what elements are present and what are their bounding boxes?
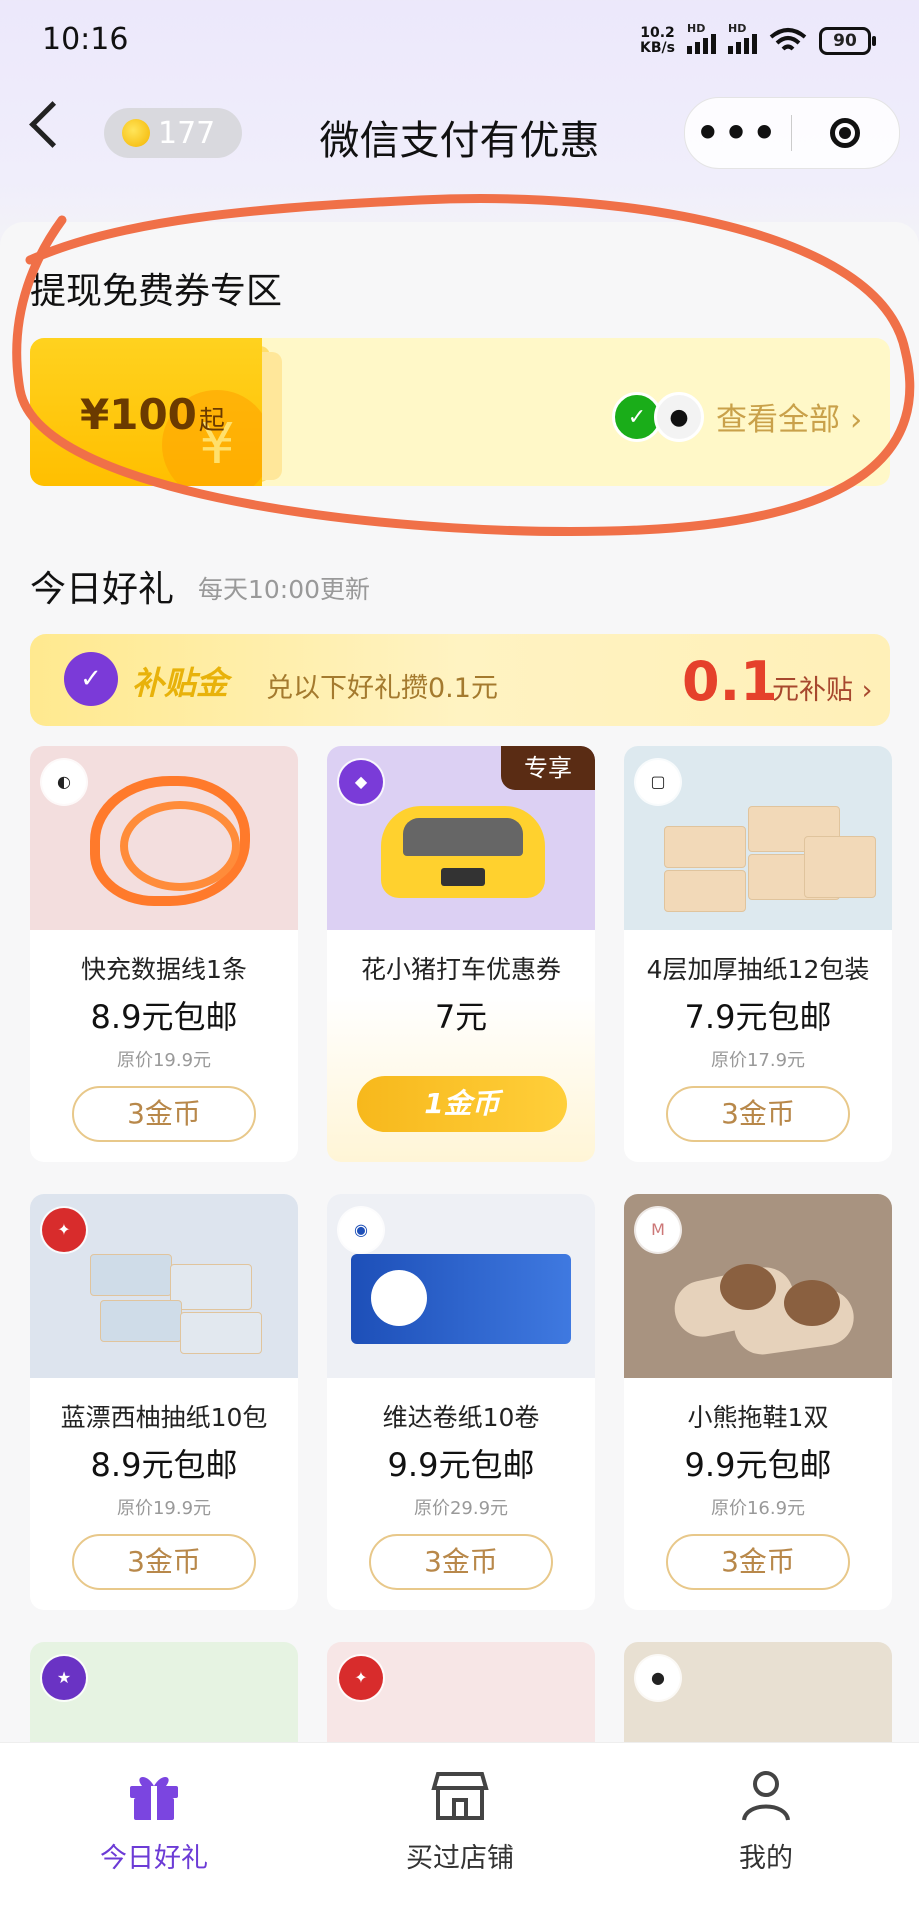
target-icon: [830, 118, 860, 148]
status-icons: 10.2 KB/s HD HD 90: [640, 22, 876, 56]
subsidy-amount: 0.1: [682, 650, 778, 713]
battery-icon: 90: [819, 27, 876, 55]
tab-label: 买过店铺: [406, 1843, 514, 1874]
tab-label: 我的: [739, 1843, 793, 1874]
product-original-price: 原价16.9元: [710, 1498, 806, 1519]
subsidy-description: 兑以下好礼攒0.1元: [266, 673, 498, 704]
gifts-update-time: 每天10:00更新: [198, 575, 371, 604]
wifi-icon: [769, 28, 807, 51]
redeem-button[interactable]: 3金币: [72, 1086, 256, 1142]
product-name: 4层加厚抽纸12包装: [646, 955, 870, 984]
status-time: 10:16: [42, 22, 129, 57]
subsidy-icon: ✓: [64, 652, 118, 706]
hd-label: HD: [728, 22, 747, 35]
product-card[interactable]: ◉ 维达卷纸10卷 9.9元包邮 原价29.9元 3金币: [327, 1194, 595, 1610]
redeem-button[interactable]: 1金币: [357, 1076, 567, 1132]
net-speed-value: 10.2: [640, 25, 675, 41]
tab-label: 今日好礼: [100, 1843, 208, 1874]
product-price: 7.9元包邮: [684, 998, 832, 1036]
user-icon: [742, 1771, 790, 1821]
subsidy-unit[interactable]: 元补贴 ›: [772, 668, 872, 707]
net-speed-unit: KB/s: [640, 40, 675, 56]
product-price: 9.9元包邮: [387, 1446, 535, 1484]
product-name: 蓝漂西柚抽纸10包: [60, 1403, 268, 1432]
product-price: 8.9元包邮: [90, 1446, 238, 1484]
product-name: 快充数据线1条: [81, 955, 247, 984]
tab-today-gifts[interactable]: 今日好礼: [54, 1768, 254, 1875]
tab-me[interactable]: 我的: [666, 1768, 866, 1875]
brand-logo-icon: ◆: [339, 760, 383, 804]
tab-purchased-stores[interactable]: 买过店铺: [360, 1768, 560, 1875]
product-card[interactable]: M 小熊拖鞋1双 9.9元包邮 原价16.9元 3金币: [624, 1194, 892, 1610]
annotation-ellipse: [12, 194, 915, 536]
product-name: 维达卷纸10卷: [382, 1403, 540, 1432]
gift-icon: [130, 1776, 178, 1820]
signal-icon: HD: [728, 22, 757, 54]
network-speed: 10.2 KB/s: [640, 26, 675, 56]
product-card[interactable]: ▢ 4层加厚抽纸12包装 7.9元包邮 原价17.9元 3金币: [624, 746, 892, 1162]
brand-logo-icon: ●: [636, 1656, 680, 1700]
redeem-button[interactable]: 3金币: [369, 1534, 553, 1590]
product-original-price: 原价19.9元: [116, 1050, 212, 1071]
exclusive-tag: 专享: [501, 746, 595, 790]
more-icon[interactable]: •••: [685, 98, 791, 168]
brand-logo-icon: M: [636, 1208, 680, 1252]
hd-label: HD: [687, 22, 706, 35]
product-original-price: 原价17.9元: [710, 1050, 806, 1071]
close-target-button[interactable]: [792, 118, 898, 148]
subsidy-label: 补贴金: [132, 664, 229, 702]
brand-logo-icon: ✦: [339, 1656, 383, 1700]
signal-icon: HD: [687, 22, 716, 54]
product-card[interactable]: ✦ 蓝漂西柚抽纸10包 8.9元包邮 原价19.9元 3金币: [30, 1194, 298, 1610]
product-original-price: 原价29.9元: [413, 1498, 509, 1519]
brand-logo-icon: ◉: [339, 1208, 383, 1252]
product-price: 9.9元包邮: [684, 1446, 832, 1484]
gifts-section-title: 今日好礼: [30, 569, 175, 610]
brand-logo-icon: ▢: [636, 760, 680, 804]
redeem-button[interactable]: 3金币: [666, 1534, 850, 1590]
product-card[interactable]: ◆ 专享 花小猪打车优惠券 7元 1金币: [327, 746, 595, 1162]
product-original-price: 原价19.9元: [116, 1498, 212, 1519]
product-name: 小熊拖鞋1双: [687, 1403, 829, 1432]
product-card[interactable]: ◐ 快充数据线1条 8.9元包邮 原价19.9元 3金币: [30, 746, 298, 1162]
redeem-button[interactable]: 3金币: [666, 1086, 850, 1142]
product-price: 7元: [434, 998, 488, 1036]
brand-logo-icon: ★: [42, 1656, 86, 1700]
store-icon: [431, 1772, 489, 1820]
product-name: 花小猪打车优惠券: [360, 955, 561, 984]
brand-logo-icon: ◐: [42, 760, 86, 804]
product-price: 8.9元包邮: [90, 998, 238, 1036]
mini-program-capsule: •••: [684, 97, 900, 169]
redeem-button[interactable]: 3金币: [72, 1534, 256, 1590]
brand-logo-icon: ✦: [42, 1208, 86, 1252]
